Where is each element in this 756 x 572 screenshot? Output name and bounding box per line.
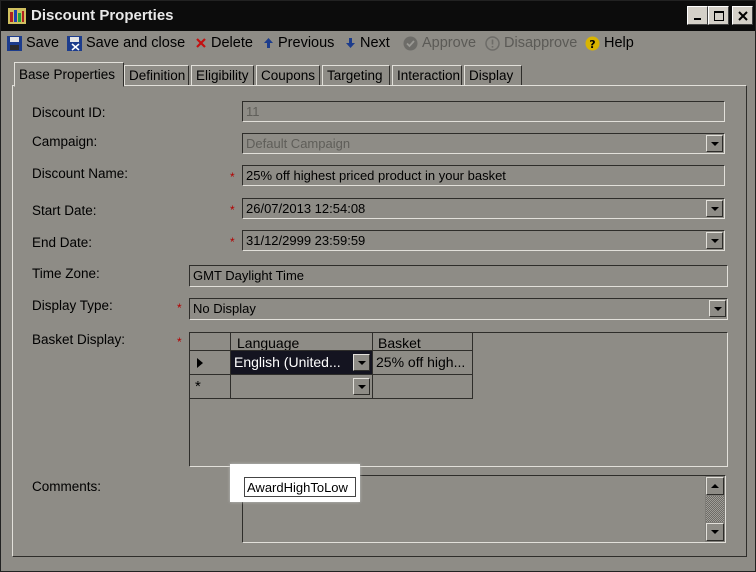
end-date-value: 31/12/2999 23:59:59 xyxy=(246,233,366,248)
new-basket-cell[interactable] xyxy=(373,375,473,399)
start-date-dropdown-button[interactable] xyxy=(706,200,723,217)
display-type-select[interactable]: No Display xyxy=(189,298,728,320)
required-marker: * xyxy=(230,235,235,249)
previous-label: Previous xyxy=(278,35,335,51)
start-date-value: 26/07/2013 12:54:08 xyxy=(246,201,366,216)
help-button[interactable]: ? Help xyxy=(585,33,634,53)
row-pointer-icon xyxy=(197,358,203,368)
maximize-button[interactable] xyxy=(708,6,729,25)
time-zone-field: GMT Daylight Time xyxy=(189,265,728,287)
chevron-down-icon xyxy=(710,238,719,243)
save-close-icon xyxy=(67,35,82,51)
next-label: Next xyxy=(360,35,390,51)
scroll-down-button[interactable] xyxy=(706,523,724,541)
minimize-button[interactable] xyxy=(687,6,708,25)
new-language-dropdown-button[interactable] xyxy=(353,378,370,395)
save-button[interactable]: Save xyxy=(7,33,59,53)
comments-scrollbar[interactable] xyxy=(705,476,725,542)
maximize-icon xyxy=(713,10,724,21)
required-marker: * xyxy=(177,335,182,349)
approve-label: Approve xyxy=(422,35,477,51)
row-selector[interactable] xyxy=(190,351,231,375)
tab-base-properties[interactable]: Base Properties xyxy=(14,62,124,87)
discount-properties-window: Discount Properties Save Save and close … xyxy=(0,0,756,572)
campaign-dropdown-button[interactable] xyxy=(706,135,723,152)
table-row[interactable]: English (United... xyxy=(231,351,373,375)
toolbar: Save Save and close Delete Previous Next… xyxy=(1,31,755,55)
svg-text:?: ? xyxy=(589,38,595,51)
basket-display-grid[interactable]: Language Basket English (United... 25% o… xyxy=(189,332,728,467)
disapprove-label: Disapprove xyxy=(504,35,578,51)
time-zone-label: Time Zone: xyxy=(32,266,100,281)
end-date-dropdown-button[interactable] xyxy=(706,232,723,249)
display-type-dropdown-button[interactable] xyxy=(709,300,726,317)
discount-id-field: 11 xyxy=(242,101,725,122)
end-date-picker[interactable]: 31/12/2999 23:59:59 xyxy=(242,230,725,251)
check-circle-icon xyxy=(403,36,418,50)
save-label: Save xyxy=(26,35,60,51)
tab-definition[interactable]: Definition xyxy=(124,65,189,86)
language-cell: English (United... xyxy=(234,354,341,370)
next-button[interactable]: Next xyxy=(345,33,390,53)
delete-button[interactable]: Delete xyxy=(195,33,253,53)
campaign-select[interactable]: Default Campaign xyxy=(242,133,725,154)
title-bar[interactable]: Discount Properties xyxy=(1,1,755,31)
approve-button[interactable]: Approve xyxy=(403,33,476,53)
tab-interaction[interactable]: Interaction xyxy=(392,65,462,86)
tab-coupons[interactable]: Coupons xyxy=(256,65,320,86)
chevron-down-icon xyxy=(713,306,722,311)
help-icon: ? xyxy=(585,36,600,51)
tab-eligibility[interactable]: Eligibility xyxy=(191,65,254,86)
help-label: Help xyxy=(604,35,634,51)
app-icon xyxy=(8,8,26,24)
new-language-cell[interactable] xyxy=(231,375,373,399)
delete-x-icon xyxy=(196,38,206,48)
language-dropdown-button[interactable] xyxy=(353,354,370,371)
floppy-disk-icon xyxy=(7,35,22,51)
chevron-down-icon xyxy=(710,206,719,211)
discount-name-label: Discount Name: xyxy=(32,166,129,181)
campaign-label: Campaign: xyxy=(32,134,98,149)
discount-id-label: Discount ID: xyxy=(32,105,106,120)
exclamation-circle-icon xyxy=(485,35,500,51)
start-date-picker[interactable]: 26/07/2013 12:54:08 xyxy=(242,198,725,219)
save-and-close-label: Save and close xyxy=(86,35,186,51)
minimize-icon xyxy=(693,17,701,20)
chevron-down-icon xyxy=(711,530,719,534)
new-row-marker[interactable]: * xyxy=(190,375,231,399)
end-date-label: End Date: xyxy=(32,235,93,250)
start-date-label: Start Date: xyxy=(32,203,97,218)
scroll-track[interactable] xyxy=(706,496,724,522)
chevron-down-icon xyxy=(710,141,719,146)
chevron-down-icon xyxy=(357,384,366,389)
window-title: Discount Properties xyxy=(31,7,174,24)
close-button[interactable] xyxy=(732,6,753,25)
grid-corner xyxy=(190,333,231,351)
discount-name-input[interactable]: 25% off highest priced product in your b… xyxy=(242,165,725,186)
basket-cell[interactable]: 25% off high... xyxy=(373,351,473,375)
basket-display-label: Basket Display: xyxy=(32,332,126,347)
required-marker: * xyxy=(230,170,235,184)
column-header-basket[interactable]: Basket xyxy=(373,333,473,351)
required-marker: * xyxy=(177,301,182,315)
display-type-label: Display Type: xyxy=(32,298,113,313)
required-marker: * xyxy=(230,203,235,217)
previous-button[interactable]: Previous xyxy=(263,33,334,53)
tab-display[interactable]: Display xyxy=(464,65,522,86)
display-type-value: No Display xyxy=(193,301,256,316)
delete-label: Delete xyxy=(211,35,253,51)
save-and-close-button[interactable]: Save and close xyxy=(67,33,185,53)
arrow-up-icon xyxy=(264,38,273,48)
campaign-value: Default Campaign xyxy=(246,136,351,151)
scroll-up-button[interactable] xyxy=(706,477,724,495)
column-header-language[interactable]: Language xyxy=(231,333,373,351)
arrow-down-icon xyxy=(346,38,355,48)
comments-label: Comments: xyxy=(32,479,102,494)
chevron-down-icon xyxy=(357,360,366,365)
comments-value[interactable]: AwardHighToLow xyxy=(244,477,356,497)
chevron-up-icon xyxy=(711,484,719,488)
close-icon xyxy=(737,10,748,21)
tab-targeting[interactable]: Targeting xyxy=(322,65,390,86)
disapprove-button[interactable]: Disapprove xyxy=(485,33,577,53)
